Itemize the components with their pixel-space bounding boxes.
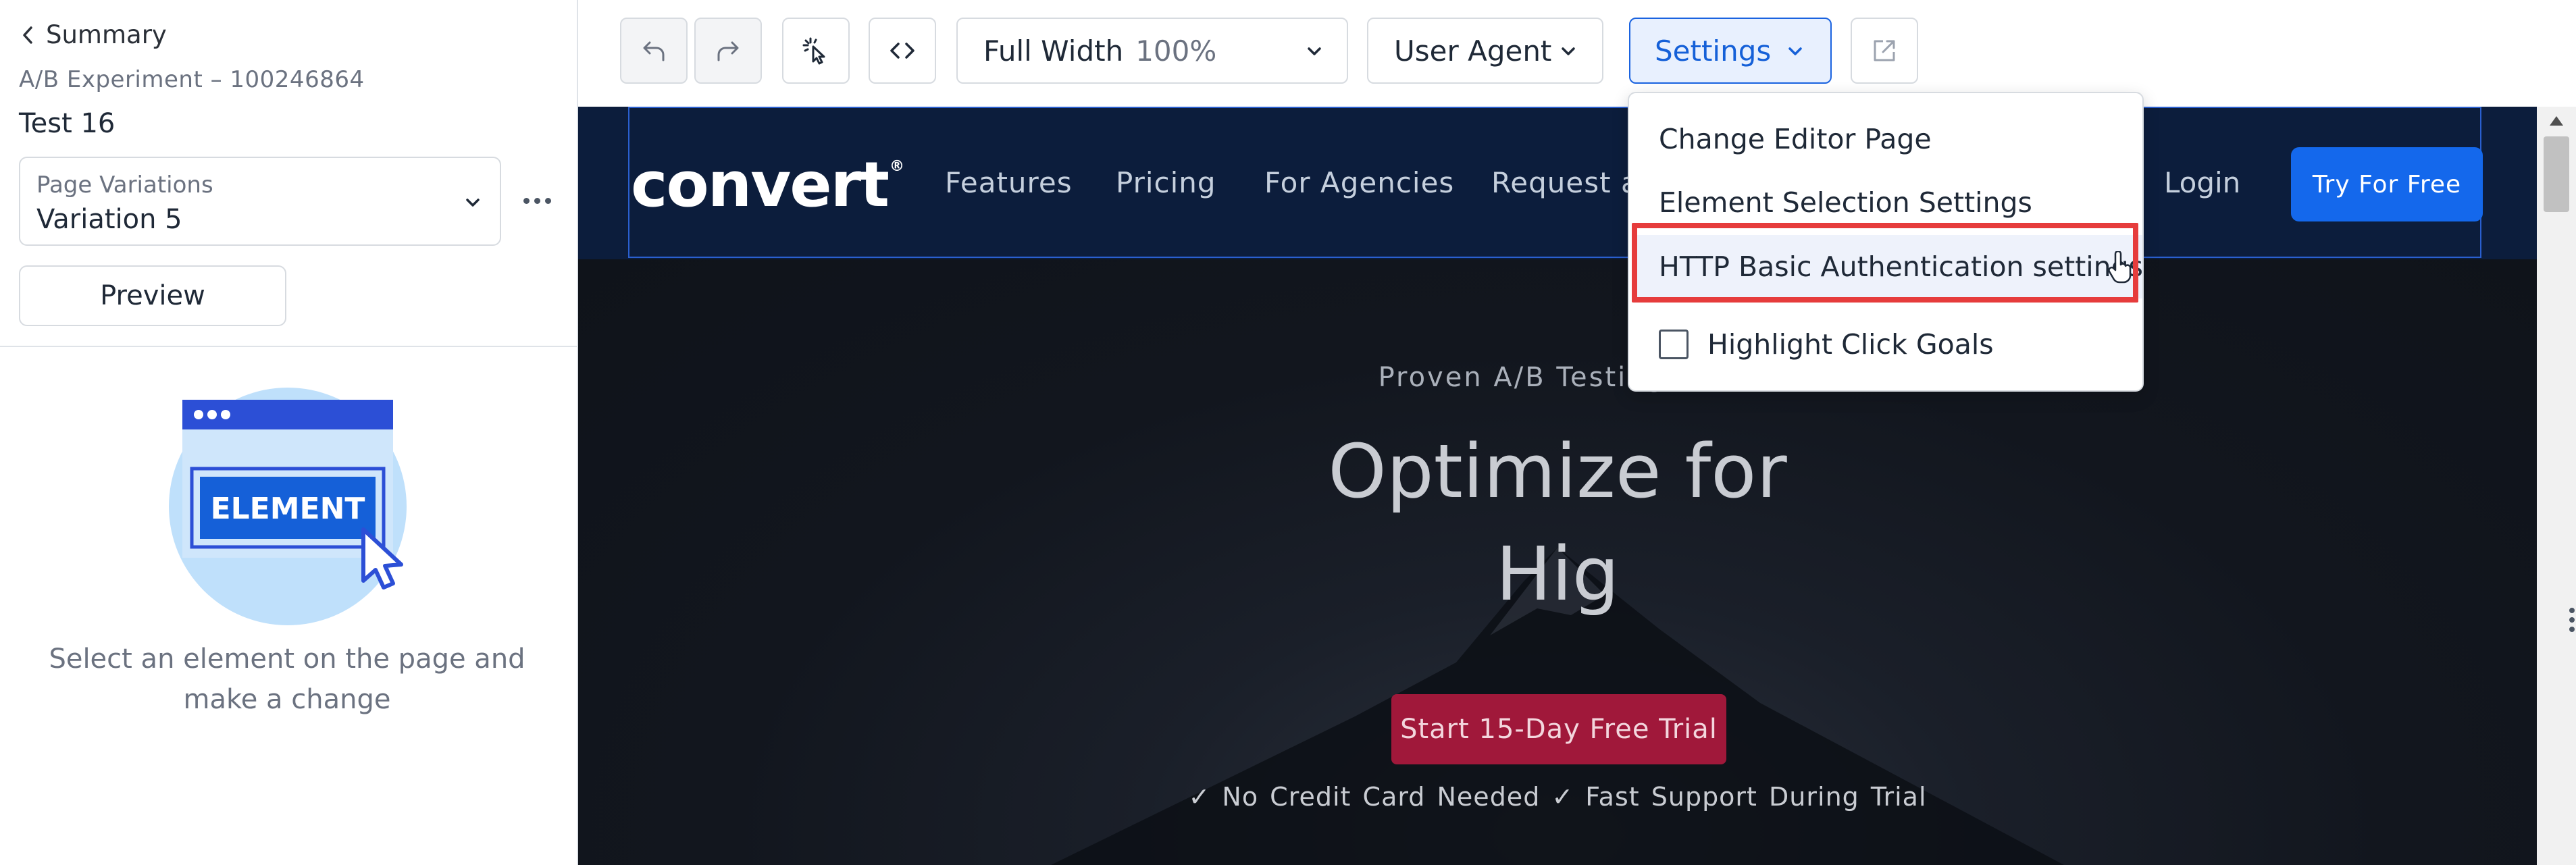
dot-icon xyxy=(2569,617,2575,623)
chevron-down-icon xyxy=(466,199,480,207)
chevron-left-icon xyxy=(23,26,32,44)
dot-icon xyxy=(534,197,540,204)
viewport-width-select[interactable]: Full Width 100% xyxy=(956,18,1348,84)
chevron-down-icon xyxy=(1308,47,1321,55)
chevron-down-icon xyxy=(1788,47,1802,55)
dot-icon xyxy=(523,197,530,204)
settings-dropdown-button[interactable]: Settings xyxy=(1629,18,1832,84)
select-element-illustration: ELEMENT xyxy=(169,388,407,625)
editor-sidebar: Summary A/B Experiment – 100246864 Test … xyxy=(0,0,578,865)
more-options-button[interactable] xyxy=(520,189,554,212)
page-variations-select[interactable]: Page Variations Variation 5 xyxy=(19,157,501,246)
page-variations-value: Variation 5 xyxy=(36,204,182,235)
select-element-icon xyxy=(802,37,825,65)
visual-editor: Summary A/B Experiment – 100246864 Test … xyxy=(0,0,2576,865)
redo-icon xyxy=(717,41,739,61)
back-to-summary-link[interactable]: Summary xyxy=(19,20,167,49)
nav-link-pricing[interactable]: Pricing xyxy=(1116,166,1216,199)
hero-title-line-1: Optimize for xyxy=(1328,428,1787,515)
viewport-width-label: Full Width xyxy=(983,34,1124,68)
open-in-new-tab-button[interactable] xyxy=(1851,18,1918,84)
panel-resize-handle[interactable] xyxy=(2569,608,2575,641)
editor-toolbar: Full Width 100% User Agent Settings xyxy=(578,0,2576,107)
scroll-up-arrow-icon[interactable] xyxy=(2548,113,2565,128)
start-free-trial-button[interactable]: Start 15-Day Free Trial xyxy=(1391,694,1726,764)
nav-login-link[interactable]: Login xyxy=(2164,166,2240,199)
hero-section: Proven A/B Testing Tool Optimize for Hig… xyxy=(578,259,2537,865)
try-for-free-button[interactable]: Try For Free xyxy=(2291,147,2483,221)
site-logo[interactable]: convert® xyxy=(631,149,904,221)
dot-icon xyxy=(544,197,551,204)
viewport-width-percent: 100% xyxy=(1135,34,1217,68)
hand-pointer-icon xyxy=(2108,251,2132,284)
undo-button[interactable] xyxy=(620,18,688,84)
undo-icon xyxy=(643,41,665,61)
dot-icon xyxy=(2569,627,2575,632)
highlight-click-goals-label: Highlight Click Goals xyxy=(1707,328,1994,361)
user-agent-label: User Agent xyxy=(1394,34,1552,68)
external-link-icon xyxy=(1874,40,1895,61)
preview-scrollbar[interactable] xyxy=(2537,107,2576,865)
highlight-click-goals-toggle[interactable]: Highlight Click Goals xyxy=(1659,328,1994,361)
menu-item-http-basic-auth-settings[interactable]: HTTP Basic Authentication settings xyxy=(1632,235,2143,298)
code-icon xyxy=(890,43,915,59)
page-variations-label: Page Variations xyxy=(36,172,213,199)
page-preview-frame[interactable]: convert® Features Pricing For Agencies R… xyxy=(578,107,2537,865)
hero-benefits: ✓ No Credit Card Needed ✓ Fast Support D… xyxy=(1188,782,1927,812)
scrollbar-thumb[interactable] xyxy=(2544,136,2569,212)
menu-item-change-editor-page[interactable]: Change Editor Page xyxy=(1659,123,1932,155)
code-editor-button[interactable] xyxy=(869,18,936,84)
back-label: Summary xyxy=(46,20,167,49)
menu-item-element-selection-settings[interactable]: Element Selection Settings xyxy=(1659,186,2032,219)
experiment-label: A/B Experiment – 100246864 xyxy=(19,66,365,93)
chevron-down-icon xyxy=(1562,47,1575,55)
illustration-label: ELEMENT xyxy=(211,492,365,526)
sidebar-divider xyxy=(0,346,578,347)
checkbox[interactable] xyxy=(1659,330,1689,359)
settings-menu: Change Editor Page Element Selection Set… xyxy=(1628,92,2144,392)
site-navbar[interactable]: convert® Features Pricing For Agencies R… xyxy=(578,107,2537,259)
nav-link-features[interactable]: Features xyxy=(945,166,1073,199)
nav-link-request-demo[interactable]: Request a xyxy=(1491,166,1639,199)
preview-button[interactable]: Preview xyxy=(19,265,286,326)
nav-link-agencies[interactable]: For Agencies xyxy=(1264,166,1454,199)
dot-icon xyxy=(2569,608,2575,613)
hero-eyebrow: Proven A/B Testing Tool xyxy=(1378,362,1737,393)
test-name: Test 16 xyxy=(19,108,115,139)
select-element-hint: Select an element on the page and make a… xyxy=(49,644,525,715)
logo-text: convert xyxy=(631,149,890,221)
hero-title: Optimize for Hig xyxy=(578,420,2537,625)
settings-label: Settings xyxy=(1655,34,1772,68)
user-agent-select[interactable]: User Agent xyxy=(1367,18,1603,84)
select-element-button[interactable] xyxy=(782,18,850,84)
redo-button[interactable] xyxy=(694,18,762,84)
hero-title-line-2: Hig xyxy=(1495,531,1620,617)
